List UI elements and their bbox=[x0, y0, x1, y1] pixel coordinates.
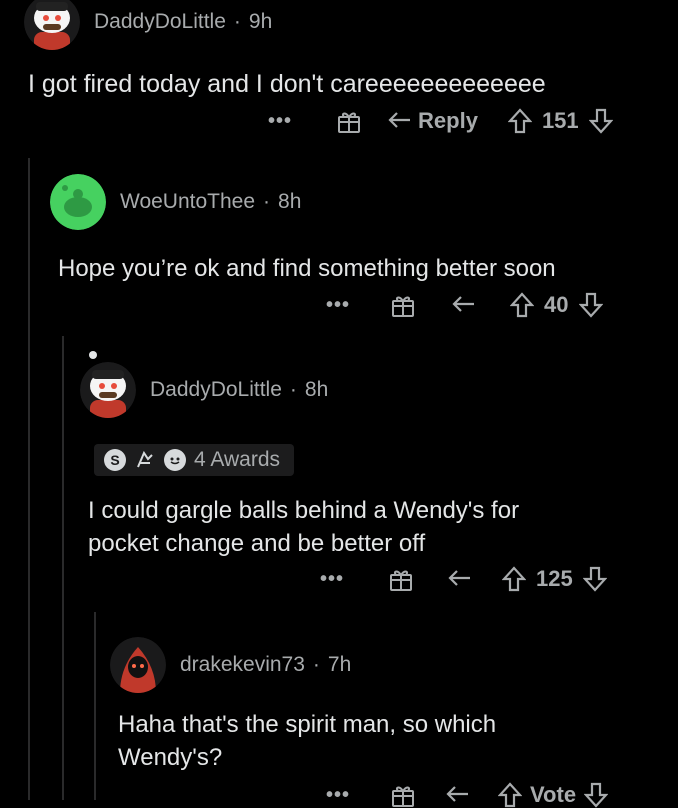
awards-badge[interactable]: S 4 Awards bbox=[94, 444, 294, 476]
comment-actions: ••• 40 bbox=[326, 292, 603, 318]
gift-icon[interactable] bbox=[388, 566, 414, 592]
comment-actions: ••• Vote bbox=[326, 782, 609, 808]
username[interactable]: WoeUntoThee bbox=[120, 190, 255, 214]
comment-body: Hope you’re ok and find something better… bbox=[58, 255, 556, 282]
avatar[interactable] bbox=[24, 0, 80, 50]
more-options-button[interactable]: ••• bbox=[326, 294, 350, 317]
vote-label: Vote bbox=[530, 782, 577, 807]
upvote-icon[interactable] bbox=[498, 782, 523, 808]
username[interactable]: DaddyDoLittle bbox=[94, 10, 226, 34]
gift-icon[interactable] bbox=[390, 782, 416, 808]
reply-button[interactable]: Reply bbox=[418, 108, 478, 134]
downvote-icon[interactable] bbox=[584, 782, 609, 808]
comment-meta: DaddyDoLittle · 9h bbox=[94, 10, 272, 34]
reply-icon[interactable] bbox=[452, 294, 476, 316]
comment-body: I got fired today and I don't careeeeeee… bbox=[28, 70, 546, 98]
upvote-icon[interactable] bbox=[502, 566, 527, 592]
score: 151 bbox=[541, 108, 579, 133]
separator: · bbox=[312, 653, 320, 676]
comment-header: WoeUntoThee · 8h bbox=[50, 174, 301, 230]
thread-line-3[interactable] bbox=[94, 612, 96, 800]
timestamp: 7h bbox=[327, 653, 352, 676]
comment-meta: WoeUntoThee · 8h bbox=[120, 190, 301, 214]
gift-icon[interactable] bbox=[390, 292, 416, 318]
comment-meta: drakekevin73 · 7h bbox=[180, 653, 351, 677]
comment-actions: ••• 125 bbox=[320, 566, 607, 592]
downvote-icon[interactable] bbox=[578, 292, 603, 318]
upvote-icon[interactable] bbox=[507, 108, 532, 134]
separator: · bbox=[263, 190, 271, 213]
timestamp: 9h bbox=[248, 10, 273, 33]
silver-award-icon: S bbox=[104, 449, 126, 471]
more-options-button[interactable]: ••• bbox=[326, 784, 350, 807]
avatar[interactable] bbox=[80, 362, 136, 418]
separator: · bbox=[233, 10, 241, 33]
separator: · bbox=[289, 378, 297, 401]
comment-actions: ••• Reply 151 bbox=[268, 108, 613, 134]
comment-header: DaddyDoLittle · 8h bbox=[80, 362, 328, 418]
thread-line-2[interactable] bbox=[62, 336, 64, 800]
username[interactable]: DaddyDoLittle bbox=[150, 378, 282, 402]
more-options-button[interactable]: ••• bbox=[268, 110, 292, 133]
timestamp: 8h bbox=[304, 378, 329, 401]
reply-icon[interactable] bbox=[448, 568, 472, 590]
score: 40 bbox=[544, 292, 569, 317]
helpful-award-icon bbox=[134, 449, 156, 471]
more-options-button[interactable]: ••• bbox=[320, 568, 344, 591]
online-indicator bbox=[89, 351, 97, 359]
comment-meta: DaddyDoLittle · 8h bbox=[150, 378, 328, 402]
score: 125 bbox=[536, 566, 573, 591]
downvote-icon[interactable] bbox=[588, 108, 613, 134]
comment-line: Haha that's the spirit man, so which bbox=[118, 711, 497, 738]
username[interactable]: drakekevin73 bbox=[180, 653, 305, 677]
timestamp: 8h bbox=[278, 190, 302, 213]
awards-count: 4 Awards bbox=[194, 448, 280, 471]
comment-header: drakekevin73 · 7h bbox=[110, 637, 351, 693]
comment-line: pocket change and be better off bbox=[88, 530, 426, 557]
comment-body: I could gargle balls behind a Wendy's fo… bbox=[88, 494, 519, 560]
reply-icon[interactable] bbox=[388, 110, 412, 132]
comment-body: Haha that's the spirit man, so which Wen… bbox=[118, 708, 496, 774]
gift-icon[interactable] bbox=[336, 108, 362, 134]
comment-line: I could gargle balls behind a Wendy's fo… bbox=[88, 497, 520, 524]
comment-header: DaddyDoLittle · 9h bbox=[24, 0, 272, 50]
avatar[interactable] bbox=[50, 174, 106, 230]
upvote-icon[interactable] bbox=[510, 292, 535, 318]
downvote-icon[interactable] bbox=[582, 566, 607, 592]
wholesome-award-icon bbox=[164, 449, 186, 471]
avatar[interactable] bbox=[110, 637, 166, 693]
comment-line: Wendy's? bbox=[118, 744, 223, 771]
reply-icon[interactable] bbox=[446, 784, 470, 806]
thread-line-1[interactable] bbox=[28, 158, 30, 800]
